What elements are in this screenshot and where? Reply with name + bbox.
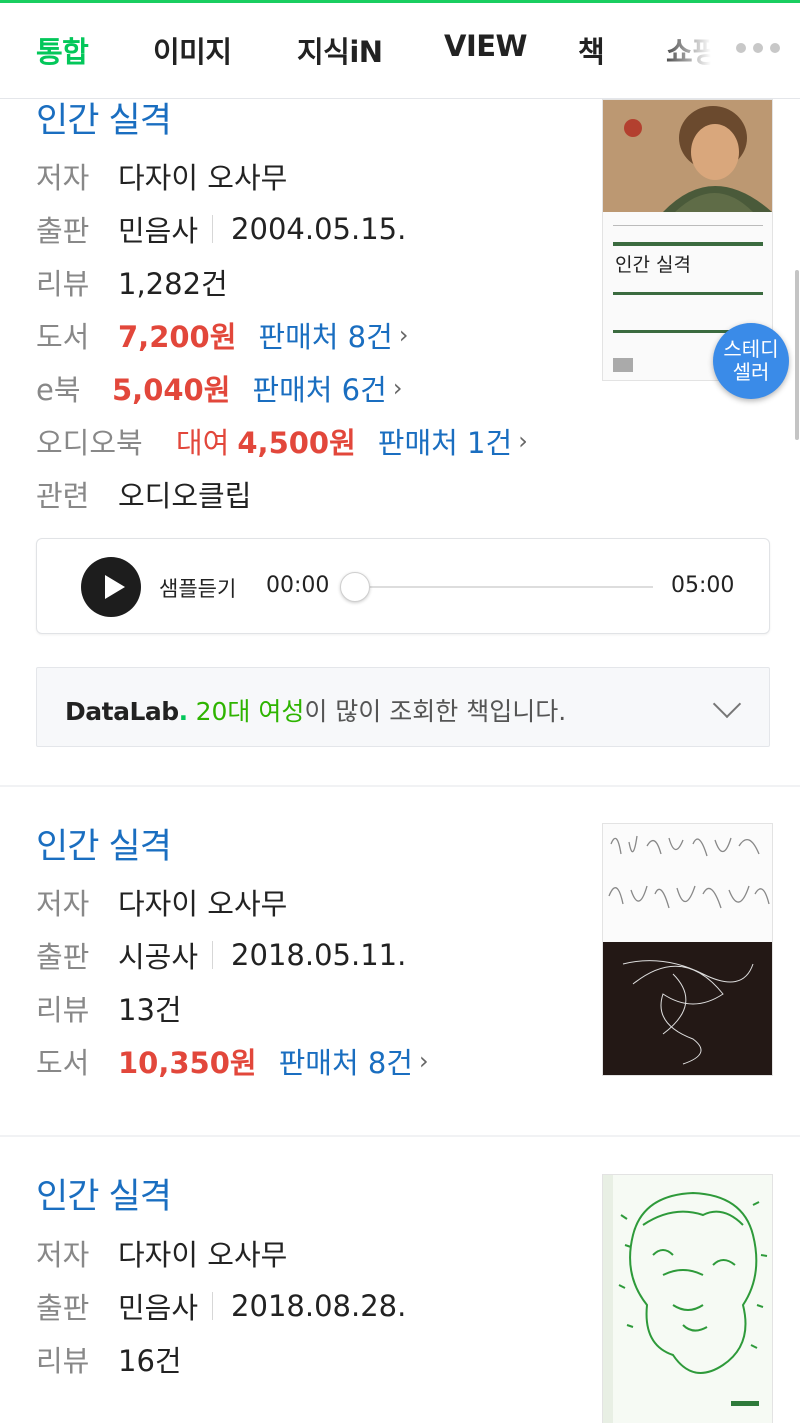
audio-sample-player: 샘플듣기 00:00 05:00	[36, 538, 770, 634]
author-value: 다자이 오사무	[118, 161, 288, 195]
audio-rent-label: 대여	[176, 426, 230, 460]
review-label: 리뷰	[36, 993, 90, 1027]
author-value: 다자이 오사무	[118, 887, 288, 921]
author-label: 저자	[36, 887, 90, 921]
publisher-label: 출판	[36, 214, 90, 248]
chevron-right-icon: ›	[392, 374, 403, 402]
book-sellers-link[interactable]: 판매처 8건	[279, 1040, 413, 1082]
tab-integrated[interactable]: 통합	[36, 29, 89, 71]
current-time: 00:00	[266, 573, 330, 598]
related-label: 관련	[36, 479, 90, 513]
publish-date: 2018.05.11.	[231, 938, 407, 972]
audiobook-sellers-link[interactable]: 판매처 1건	[378, 420, 512, 462]
ebook-price: 5,040원	[112, 373, 231, 407]
book-label: 도서	[36, 1046, 90, 1080]
review-count-link[interactable]: 13건	[118, 987, 182, 1029]
book-sellers-link[interactable]: 판매처 8건	[258, 314, 392, 356]
cover-title-text: 인간 실격	[615, 254, 691, 276]
total-time: 05:00	[671, 573, 735, 598]
chevron-right-icon: ›	[418, 1047, 429, 1075]
author-label: 저자	[36, 161, 90, 195]
tab-books[interactable]: 책	[578, 29, 605, 71]
book-title[interactable]: 인간 실격	[36, 818, 172, 869]
author-value: 다자이 오사무	[118, 1238, 288, 1272]
book-title[interactable]: 인간 실격	[36, 1168, 172, 1219]
publish-date: 2004.05.15.	[231, 212, 407, 246]
book-title[interactable]: 인간 실격	[36, 92, 172, 143]
publisher-label: 출판	[36, 940, 90, 974]
book-price: 7,200원	[118, 320, 237, 354]
steady-seller-badge: 스테디 셀러	[713, 323, 789, 399]
section-divider	[0, 1135, 800, 1137]
tab-knowledge-in[interactable]: 지식iN	[297, 29, 383, 71]
progress-handle[interactable]	[340, 572, 370, 602]
publisher-label: 출판	[36, 1291, 90, 1325]
author-label: 저자	[36, 1238, 90, 1272]
progress-track[interactable]	[343, 586, 653, 588]
scrollbar[interactable]	[795, 270, 799, 440]
datalab-logo: DataLab	[65, 697, 179, 726]
review-count-link[interactable]: 16건	[118, 1338, 182, 1380]
publish-date: 2018.08.28.	[231, 1289, 407, 1323]
chevron-right-icon: ›	[518, 427, 528, 455]
publisher-value: 민음사	[118, 214, 199, 248]
review-count-link[interactable]: 1,282건	[118, 261, 228, 303]
review-label: 리뷰	[36, 1344, 90, 1378]
datalab-text: 이 많이 조회한 책입니다.	[304, 697, 567, 726]
ebook-sellers-link[interactable]: 판매처 6건	[252, 367, 386, 409]
audiobook-price: 4,500원	[237, 426, 356, 460]
sample-listen-label: 샘플듣기	[159, 577, 237, 601]
play-icon[interactable]	[81, 557, 141, 617]
audiobook-label: 오디오북	[36, 426, 143, 460]
tab-images[interactable]: 이미지	[153, 29, 232, 71]
datalab-highlight: 20대 여성	[195, 697, 305, 726]
section-divider	[0, 785, 800, 787]
book-label: 도서	[36, 320, 90, 354]
tab-view[interactable]: VIEW	[444, 29, 528, 63]
review-label: 리뷰	[36, 267, 90, 301]
book-price: 10,350원	[118, 1046, 257, 1080]
book-cover-image[interactable]	[602, 1174, 773, 1423]
audio-clip-link[interactable]: 오디오클립	[118, 473, 251, 515]
more-tabs-icon[interactable]	[736, 43, 780, 53]
chevron-down-icon[interactable]	[712, 689, 742, 719]
book-cover-image[interactable]	[602, 823, 773, 1076]
chevron-right-icon: ›	[398, 321, 409, 349]
datalab-banner[interactable]: DataLab. 20대 여성이 많이 조회한 책입니다.	[36, 667, 770, 747]
publisher-value: 시공사	[118, 940, 199, 974]
search-tab-bar: 통합 이미지 지식iN VIEW 책 쇼핑	[0, 0, 800, 99]
publisher-value: 민음사	[118, 1291, 199, 1325]
ebook-label: e북	[36, 373, 81, 407]
